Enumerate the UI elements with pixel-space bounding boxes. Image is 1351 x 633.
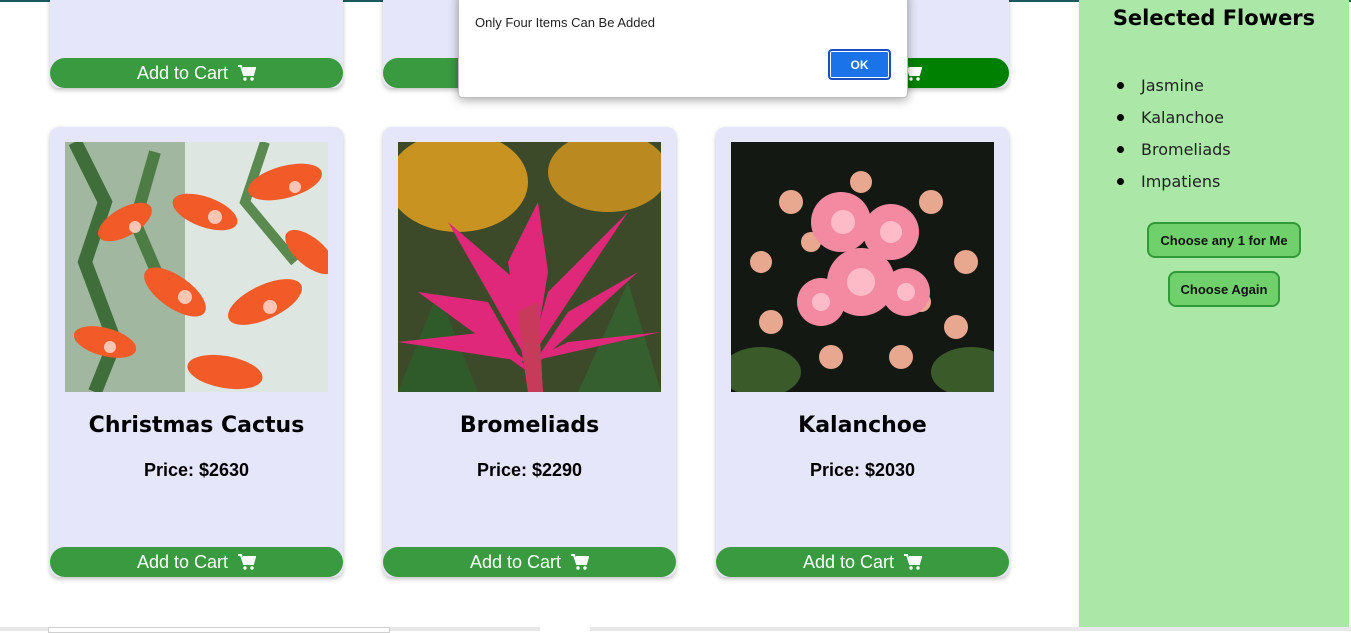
scrollbar-thumb[interactable] bbox=[540, 627, 590, 631]
add-to-cart-label: Add to Cart bbox=[136, 62, 229, 83]
product-price: Price: $2630 bbox=[143, 460, 250, 480]
bromeliads-image bbox=[398, 142, 661, 392]
cart-icon bbox=[904, 554, 923, 570]
add-to-cart-button[interactable]: Add to Cart bbox=[50, 58, 343, 88]
product-card-christmas-cactus: Christmas Cactus Price: $2630 Add to Car… bbox=[50, 127, 343, 577]
cart-icon bbox=[571, 554, 590, 570]
list-item: Impatiens bbox=[1114, 170, 1231, 202]
cart-icon bbox=[238, 65, 257, 81]
product-price: Price: $2290 bbox=[476, 460, 583, 480]
product-price: Price: $2030 bbox=[809, 460, 916, 480]
christmas-cactus-image bbox=[65, 142, 328, 392]
choose-random-button[interactable]: Choose any 1 for Me bbox=[1147, 222, 1301, 258]
list-item: Kalanchoe bbox=[1114, 106, 1231, 138]
alert-message: Only Four Items Can Be Added bbox=[475, 15, 655, 30]
choose-again-button[interactable]: Choose Again bbox=[1168, 271, 1280, 307]
product-card-kalanchoe: Kalanchoe Price: $2030 Add to Cart bbox=[716, 127, 1009, 577]
sidebar-title: Selected Flowers bbox=[1112, 6, 1316, 30]
product-name: Bromeliads bbox=[459, 413, 600, 438]
add-to-cart-button[interactable]: Add to Cart bbox=[383, 547, 676, 577]
bottom-input-edge bbox=[48, 627, 390, 633]
selected-flowers-sidebar: Selected Flowers Jasmine Kalanchoe Brome… bbox=[1079, 0, 1349, 627]
add-to-cart-label: Add to Cart bbox=[136, 551, 229, 572]
add-to-cart-label: Add to Cart bbox=[469, 551, 562, 572]
product-card-bromeliads: Bromeliads Price: $2290 Add to Cart bbox=[383, 127, 676, 577]
alert-dialog: Only Four Items Can Be Added OK bbox=[458, 0, 908, 98]
add-to-cart-label: Add to Cart bbox=[802, 551, 895, 572]
list-item: Bromeliads bbox=[1114, 138, 1231, 170]
selected-flowers-list: Jasmine Kalanchoe Bromeliads Impatiens bbox=[1114, 74, 1231, 202]
product-name: Kalanchoe bbox=[798, 413, 927, 438]
add-to-cart-button[interactable]: Add to Cart bbox=[50, 547, 343, 577]
cart-icon bbox=[238, 554, 257, 570]
list-item: Jasmine bbox=[1114, 74, 1231, 106]
kalanchoe-image bbox=[731, 142, 994, 392]
product-name: Christmas Cactus bbox=[88, 413, 305, 438]
product-card-top-1: Add to Cart bbox=[50, 0, 343, 88]
ok-button[interactable]: OK bbox=[828, 49, 891, 80]
add-to-cart-button[interactable]: Add to Cart bbox=[716, 547, 1009, 577]
